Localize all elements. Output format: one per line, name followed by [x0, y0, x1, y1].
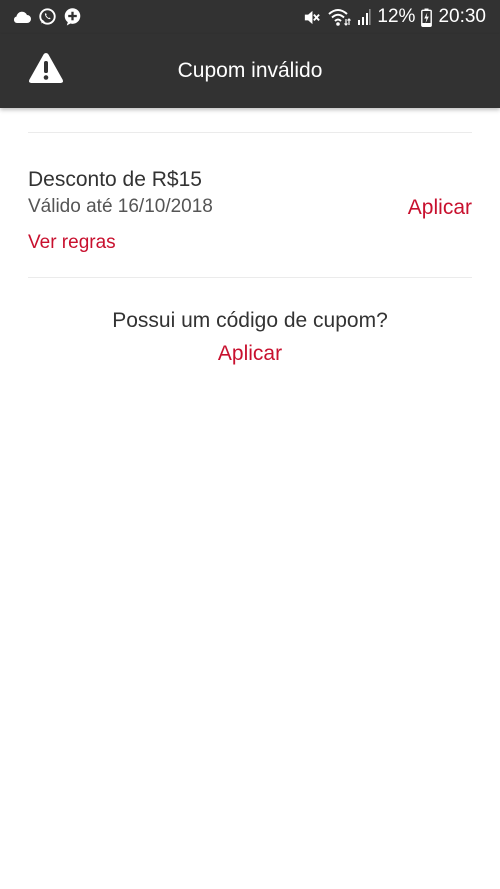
coupon-validity: Válido até 16/10/2018 [28, 196, 213, 217]
battery-charging-icon [421, 8, 433, 27]
signal-icon [358, 9, 372, 25]
page-title: Cupom inválido [177, 59, 323, 82]
coupon-title: Desconto de R$15 [28, 168, 202, 191]
notification-icons [12, 7, 82, 26]
status-bar: 12% 20:30 [0, 0, 500, 34]
plus-chat-icon [64, 8, 81, 26]
wifi-icon [328, 9, 352, 26]
apply-coupon-button[interactable]: Aplicar [408, 195, 472, 221]
cloud-icon [13, 11, 31, 23]
apply-promo-code-button[interactable]: Aplicar [218, 342, 282, 365]
promo-apply-row: Aplicar [0, 341, 500, 367]
view-rules-link[interactable]: Ver regras [28, 231, 116, 255]
app-bar: Cupom inválido [0, 34, 500, 108]
promo-code-question: Possui um código de cupom? [112, 309, 388, 332]
mute-icon [305, 10, 321, 24]
whatsapp-icon [39, 8, 56, 25]
battery-percent: 12% [377, 6, 416, 27]
clock: 20:30 [438, 6, 486, 27]
divider-top [28, 132, 472, 133]
system-status: 12% 20:30 [302, 5, 486, 29]
divider-bottom [28, 277, 472, 278]
